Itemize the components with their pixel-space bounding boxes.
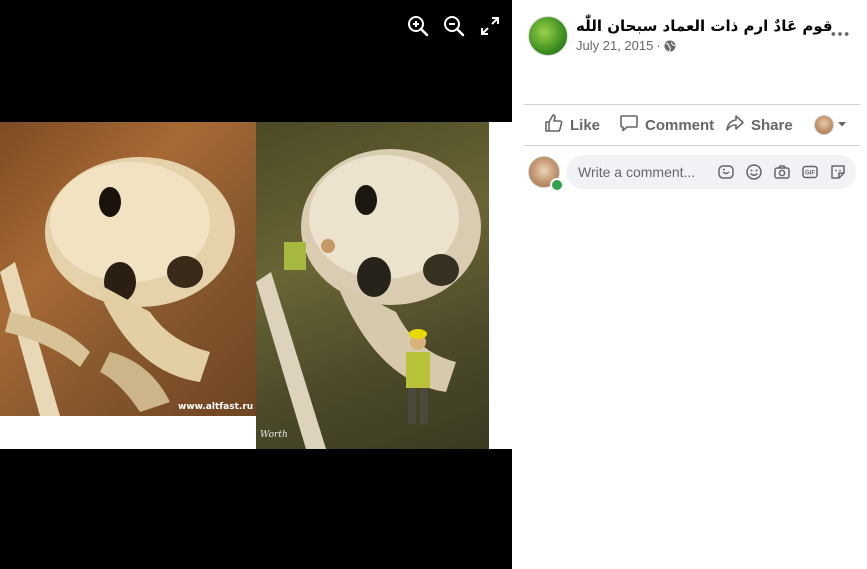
like-label: Like xyxy=(570,116,601,134)
comment-tools: GIF xyxy=(716,162,856,182)
page-avatar[interactable] xyxy=(528,16,568,56)
reaction-profile-selector[interactable] xyxy=(814,115,847,135)
skull-photo-right xyxy=(256,122,489,449)
post-photo[interactable]: www.altfast.ru Worth xyxy=(0,122,512,449)
page-name-link[interactable]: قوم عَادٌ ارم ذات العماد سبحان اللّٰه xyxy=(576,17,833,35)
emoji-icon[interactable] xyxy=(744,162,764,182)
like-button[interactable]: Like xyxy=(544,107,600,143)
avatar xyxy=(814,115,834,135)
zoom-in-icon[interactable] xyxy=(406,14,430,38)
comment-input[interactable]: Write a comment... GIF xyxy=(566,155,856,189)
post-date[interactable]: July 21, 2015 xyxy=(576,38,653,53)
svg-text:GIF: GIF xyxy=(805,171,815,177)
divider-bottom xyxy=(524,145,860,146)
watermark-text-right: Worth xyxy=(260,430,288,440)
more-options-icon[interactable] xyxy=(822,22,858,46)
globe-icon[interactable] xyxy=(664,40,676,52)
gif-icon[interactable]: GIF xyxy=(800,162,820,182)
viewer-toolbar xyxy=(406,14,502,38)
photo-viewer: www.altfast.ru Worth xyxy=(0,0,512,569)
comment-icon xyxy=(619,113,639,137)
comment-button[interactable]: Comment xyxy=(619,107,714,143)
online-status-badge xyxy=(550,178,564,192)
camera-icon[interactable] xyxy=(772,162,792,182)
watermark-text: www.altfast.ru xyxy=(178,402,254,412)
comment-composer: Write a comment... GIF xyxy=(528,155,858,192)
share-icon xyxy=(725,113,745,137)
comment-placeholder: Write a comment... xyxy=(578,164,696,180)
share-label: Share xyxy=(751,116,793,134)
like-icon xyxy=(544,113,564,137)
post-panel: قوم عَادٌ ارم ذات العماد سبحان اللّٰه Ju… xyxy=(512,0,867,569)
action-bar: Like Comment Share xyxy=(524,105,860,145)
post-header: قوم عَادٌ ارم ذات العماد سبحان اللّٰه Ju… xyxy=(528,16,858,60)
post-meta: July 21, 2015 · xyxy=(576,38,676,53)
sticker-icon[interactable] xyxy=(828,162,848,182)
zoom-out-icon[interactable] xyxy=(442,14,466,38)
fullscreen-icon[interactable] xyxy=(478,14,502,38)
meta-separator: · xyxy=(656,38,661,53)
share-button[interactable]: Share xyxy=(725,107,793,143)
chevron-down-icon xyxy=(837,116,847,134)
comment-label: Comment xyxy=(645,116,715,134)
photo-padding xyxy=(489,122,512,449)
skull-photo-left xyxy=(0,122,256,416)
avatar-sticker-icon[interactable] xyxy=(716,162,736,182)
